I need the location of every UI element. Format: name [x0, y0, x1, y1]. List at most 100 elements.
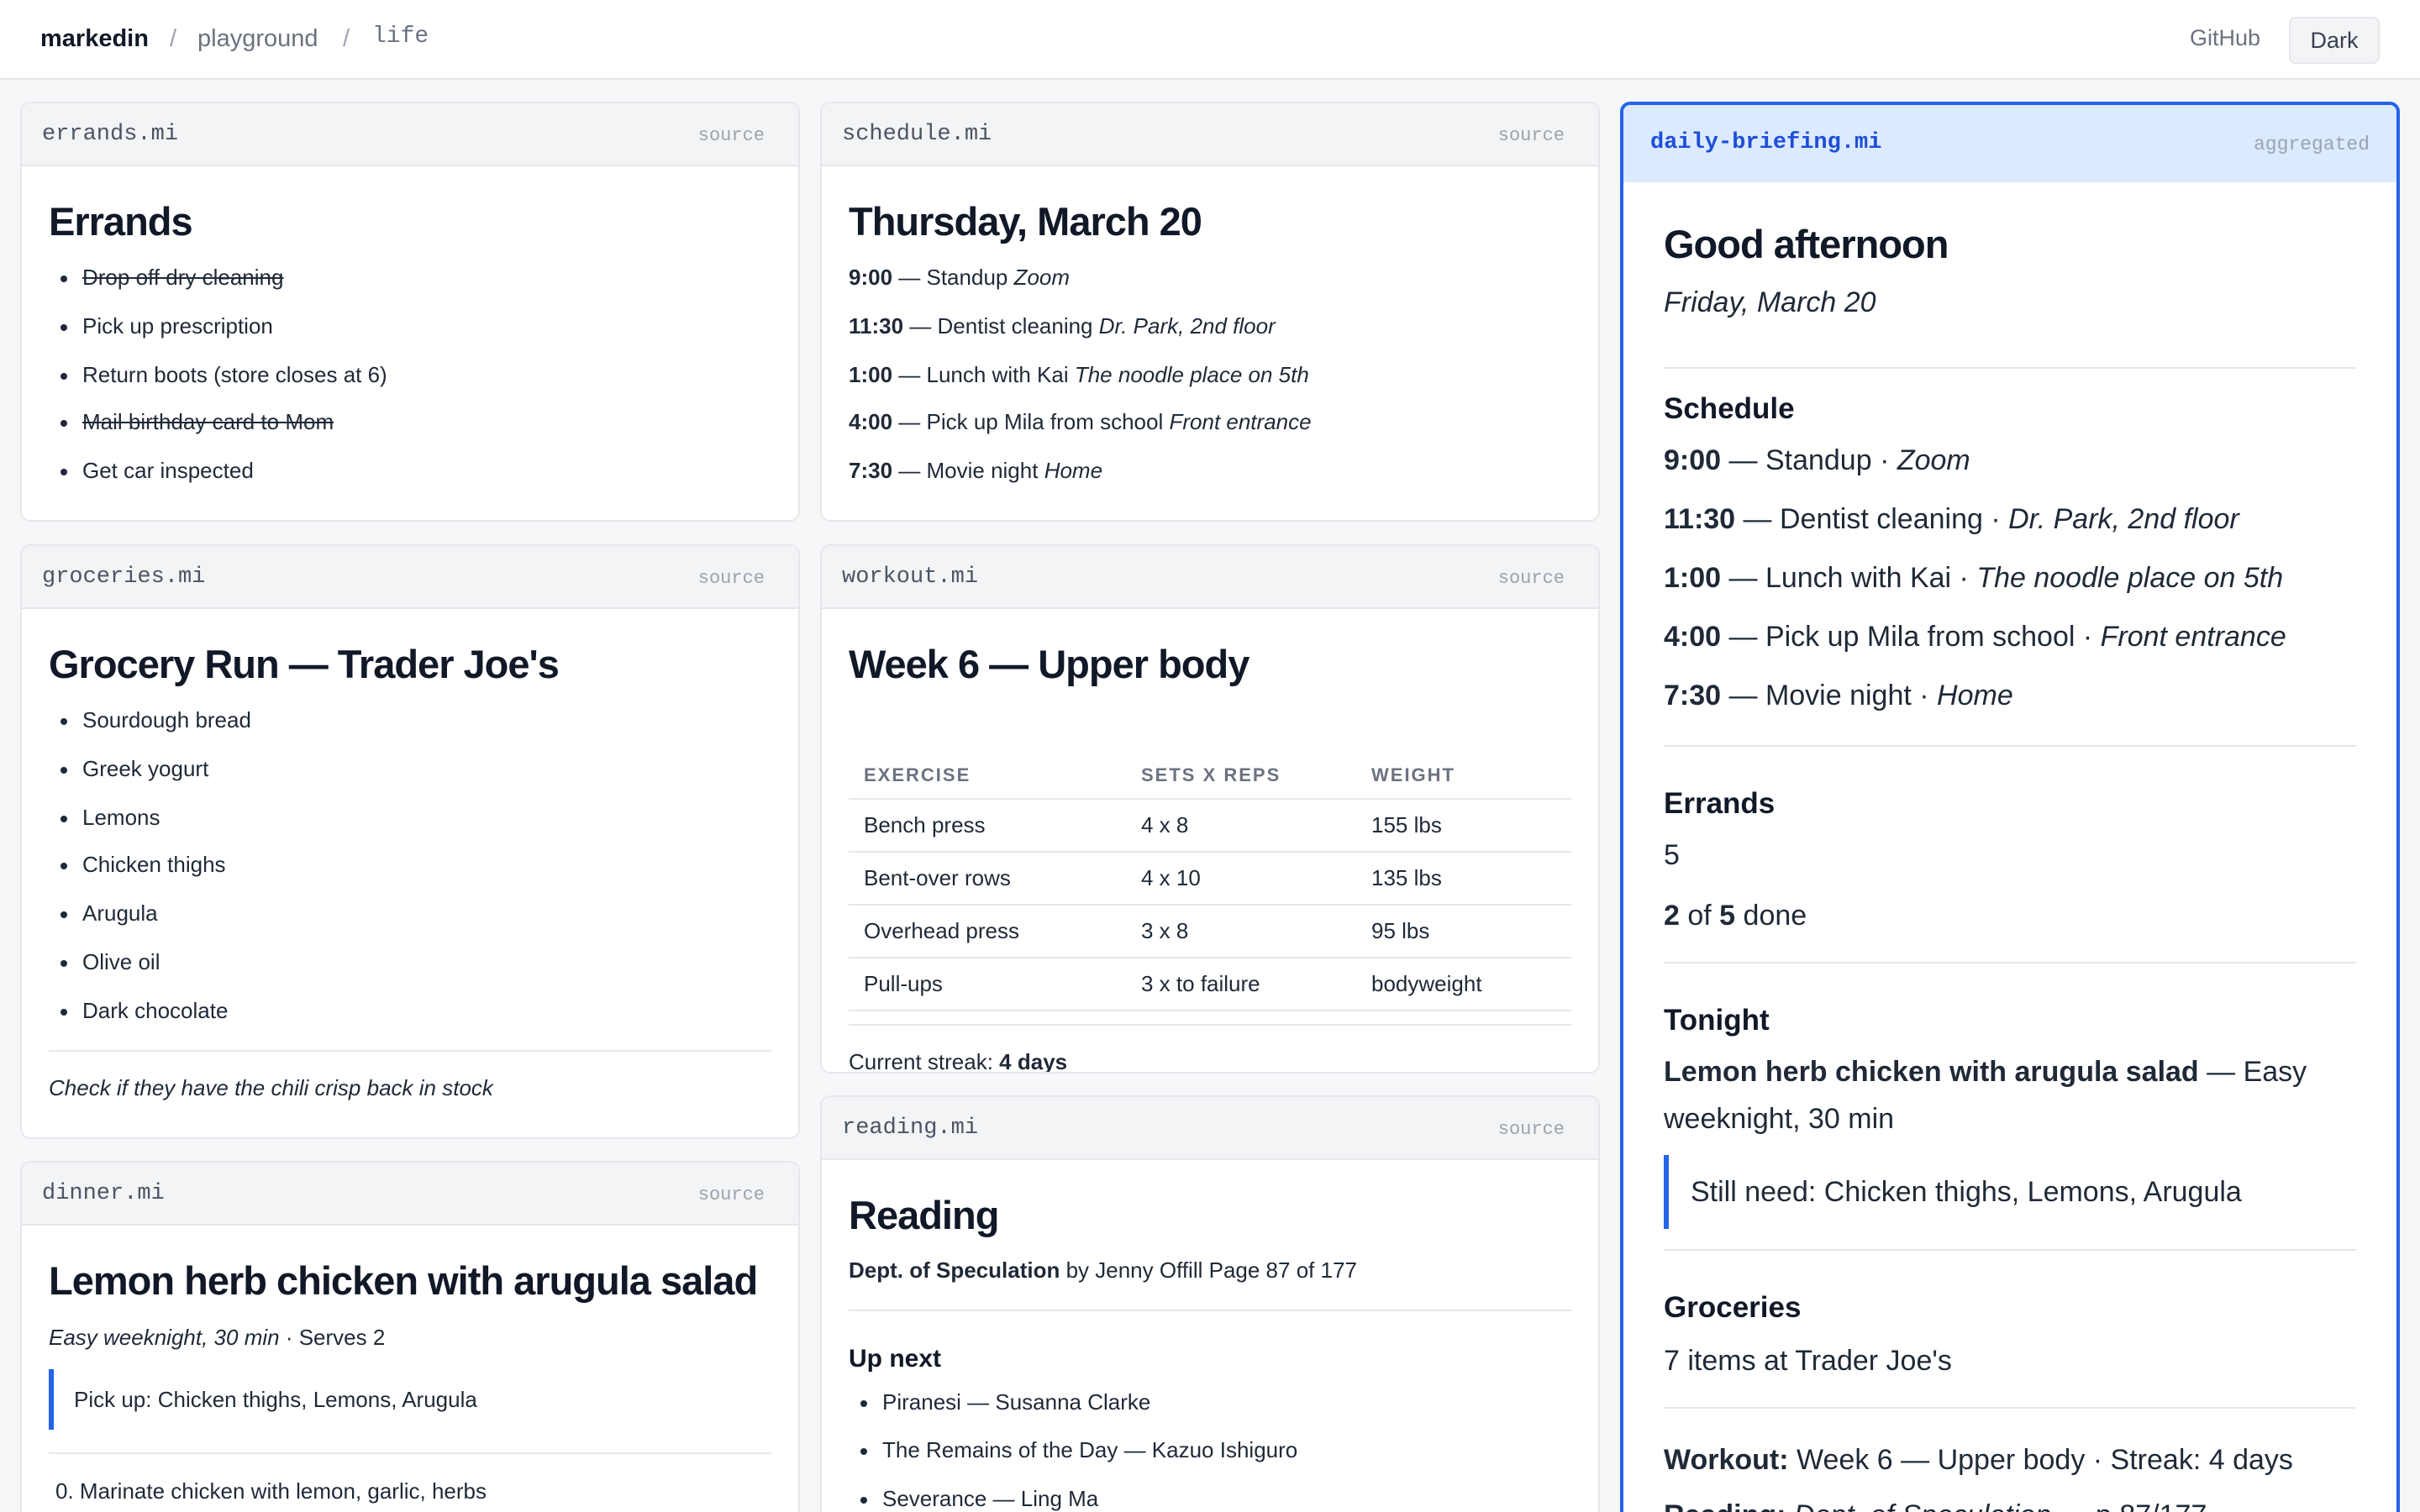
dinner-pickup-callout: Pick up: Chicken thighs, Lemons, Arugula [49, 1369, 477, 1430]
table-cell: 3 x 8 [1126, 905, 1356, 958]
briefing-tonight-heading: Tonight [1664, 1004, 1770, 1037]
groceries-card: groceries.mi source Grocery Run — Trader… [20, 544, 800, 1139]
brand-link[interactable]: markedin [40, 25, 149, 53]
schedule-event: 7:30 — Movie night Home [849, 458, 1103, 483]
table-cell: Bent-over rows [849, 852, 1126, 906]
card-source-tag[interactable]: source [698, 1184, 765, 1205]
table-header-row: EXERCISE SETS X REPS WEIGHT [849, 752, 1571, 800]
card-header: schedule.mi source [822, 103, 1598, 166]
card-source-tag[interactable]: source [698, 125, 765, 146]
current-book: Dept. of Speculation by Jenny Offill Pag… [849, 1257, 1357, 1283]
workout-table: EXERCISE SETS X REPS WEIGHT Bench press … [849, 752, 1571, 1011]
errands-card: errands.mi source Errands Drop off dry c… [20, 102, 800, 522]
up-next-item: Severance — Ling Ma [860, 1486, 1099, 1511]
grocery-item: Arugula [60, 900, 158, 926]
schedule-card: schedule.mi source Thursday, March 20 9:… [820, 102, 1600, 522]
column-header: SETS X REPS [1126, 752, 1356, 800]
briefing-errands-heading: Errands [1664, 787, 1776, 820]
errand-item: Return boots (store closes at 6) [60, 362, 387, 387]
column-header: EXERCISE [849, 752, 1126, 800]
briefing-event: 7:30 — Movie night · Home [1664, 680, 2013, 711]
github-link[interactable]: GitHub [2190, 25, 2260, 51]
reading-title: Reading [849, 1193, 999, 1237]
schedule-event: 11:30 — Dentist cleaning Dr. Park, 2nd f… [849, 313, 1276, 339]
card-header: workout.mi source [822, 546, 1598, 609]
briefing-tonight-dish: Lemon herb chicken with arugula salad — … [1664, 1056, 2307, 1088]
reading-card: reading.mi source Reading Dept. of Specu… [820, 1095, 1600, 1512]
table-cell: Overhead press [849, 905, 1126, 958]
divider [849, 1310, 1571, 1311]
grocery-note: Check if they have the chili crisp back … [49, 1075, 493, 1100]
up-next-item: Piranesi — Susanna Clarke [860, 1389, 1151, 1415]
card-header: daily-briefing.mi aggregated [1623, 105, 2396, 182]
table-cell: bodyweight [1356, 958, 1571, 1011]
dinner-title: Lemon herb chicken with arugula salad [49, 1258, 758, 1303]
card-filename: schedule.mi [842, 122, 992, 147]
grocery-item: Olive oil [60, 949, 160, 974]
schedule-event: 9:00 — Standup Zoom [849, 265, 1071, 290]
errand-item: Mail birthday card to Mom [60, 409, 334, 434]
workout-card: workout.mi source Week 6 — Upper body EX… [820, 544, 1600, 1074]
table-row: Bent-over rows 4 x 10 135 lbs [849, 852, 1571, 906]
errand-item: Drop off dry cleaning [60, 265, 284, 290]
breadcrumb-playground[interactable]: playground [197, 25, 318, 53]
dinner-subtitle: Easy weeknight, 30 min · Serves 2 [49, 1325, 386, 1350]
table-cell: Pull-ups [849, 958, 1126, 1011]
table-row: Overhead press 3 x 8 95 lbs [849, 905, 1571, 958]
table-cell: Bench press [849, 799, 1126, 853]
card-filename: errands.mi [42, 122, 179, 147]
briefing-date: Friday, March 20 [1664, 286, 1876, 318]
briefing-greeting: Good afternoon [1664, 222, 1949, 266]
table-cell: 3 x to failure [1126, 958, 1356, 1011]
column-header: WEIGHT [1356, 752, 1571, 800]
divider [49, 1452, 771, 1454]
table-cell: 135 lbs [1356, 852, 1571, 906]
recipe-step: 0. Marinate chicken with lemon, garlic, … [55, 1478, 487, 1504]
top-nav: markedin / playground / life GitHub Dark [0, 0, 2420, 80]
workout-title: Week 6 — Upper body [849, 642, 1249, 686]
table-cell: 4 x 10 [1126, 852, 1356, 906]
theme-toggle-button[interactable]: Dark [2289, 17, 2380, 64]
breadcrumb-separator: / [343, 25, 350, 52]
card-source-tag[interactable]: source [1498, 125, 1565, 146]
card-filename: groceries.mi [42, 564, 206, 590]
table-cell: 155 lbs [1356, 799, 1571, 853]
card-header: errands.mi source [22, 103, 798, 166]
card-filename: dinner.mi [42, 1181, 165, 1206]
briefing-groceries-summary: 7 items at Trader Joe's [1664, 1345, 1952, 1377]
errand-item: Get car inspected [60, 458, 254, 483]
briefing-tonight-desc: weeknight, 30 min [1664, 1103, 1895, 1135]
grocery-item: Chicken thighs [60, 852, 226, 877]
card-header: dinner.mi source [22, 1163, 798, 1226]
briefing-still-need-callout: Still need: Chicken thighs, Lemons, Arug… [1664, 1155, 2242, 1229]
divider [1664, 1249, 2356, 1251]
briefing-workout: Workout: Week 6 — Upper body · Streak: 4… [1664, 1444, 2293, 1476]
schedule-event: 1:00 — Lunch with Kai The noodle place o… [849, 362, 1309, 387]
divider [1664, 367, 2356, 369]
briefing-event: 11:30 — Dentist cleaning · Dr. Park, 2nd… [1664, 503, 2239, 535]
grocery-item: Lemons [60, 805, 160, 830]
table-cell: 4 x 8 [1126, 799, 1356, 853]
errand-item: Pick up prescription [60, 313, 273, 339]
workout-streak: Current streak: 4 days [849, 1049, 1068, 1074]
card-source-tag[interactable]: source [698, 568, 765, 589]
up-next-item: The Remains of the Day — Kazuo Ishiguro [860, 1437, 1298, 1462]
divider [849, 1024, 1571, 1026]
briefing-errands-progress: 2 of 5 done [1664, 900, 1807, 932]
card-source-tag[interactable]: source [1498, 1119, 1565, 1140]
card-filename: workout.mi [842, 564, 979, 590]
card-filename: reading.mi [842, 1116, 979, 1141]
divider [49, 1050, 771, 1052]
daily-briefing-card: daily-briefing.mi aggregated Good aftern… [1620, 102, 2400, 1512]
breadcrumb-current: life [372, 24, 429, 50]
card-filename: daily-briefing.mi [1650, 130, 1882, 155]
card-aggregated-tag: aggregated [2253, 134, 2370, 155]
breadcrumb-separator: / [170, 25, 177, 52]
card-header: groceries.mi source [22, 546, 798, 609]
card-source-tag[interactable]: source [1498, 568, 1565, 589]
divider [1664, 1407, 2356, 1409]
card-header: reading.mi source [822, 1097, 1598, 1160]
briefing-event: 9:00 — Standup · Zoom [1664, 444, 1970, 476]
divider [1664, 745, 2356, 747]
grocery-item: Sourdough bread [60, 707, 251, 732]
